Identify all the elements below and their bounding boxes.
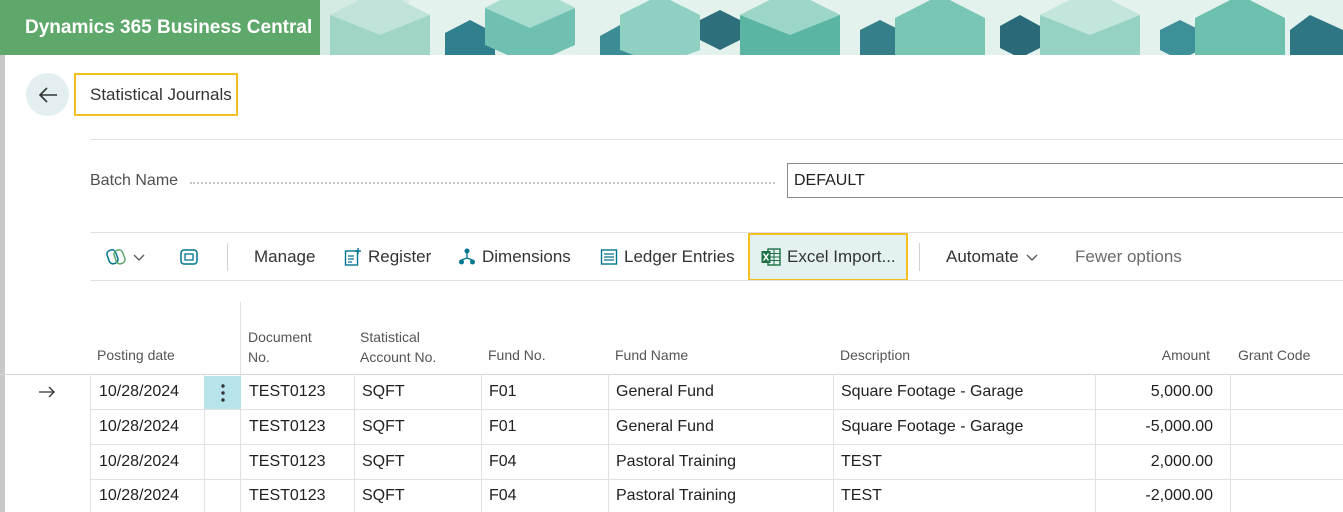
cell-description[interactable]: TEST (841, 480, 882, 512)
ledger-entries-label: Ledger Entries (624, 247, 735, 266)
cell-description[interactable]: Square Footage - Garage (841, 375, 1023, 409)
manage-label: Manage (254, 247, 316, 266)
arrow-right-icon (39, 386, 55, 398)
column-header-fund-name[interactable]: Fund Name (615, 345, 688, 365)
cell-statistical-account-no[interactable]: SQFT (362, 445, 405, 479)
batch-name-input[interactable]: DEFAULT (787, 163, 1343, 198)
page-title-text: Statistical Journals (90, 84, 232, 104)
cell-fund-no[interactable]: F01 (489, 410, 517, 444)
back-button[interactable] (26, 73, 69, 116)
open-in-page-button[interactable] (179, 233, 205, 281)
ledger-icon (600, 249, 618, 265)
automate-label: Automate (946, 247, 1019, 266)
cell-amount[interactable]: 2,000.00 (1100, 445, 1213, 479)
register-label: Register (368, 247, 432, 266)
cell-fund-name[interactable]: General Fund (616, 410, 714, 444)
cell-description[interactable]: TEST (841, 445, 882, 479)
grid-column-line (1095, 374, 1096, 512)
toolbar-bottom-divider (90, 280, 1343, 281)
grid-column-line (354, 374, 355, 512)
cell-amount[interactable]: -2,000.00 (1100, 480, 1213, 512)
row-actions-button[interactable] (204, 376, 241, 409)
register-icon (344, 248, 361, 266)
cell-description[interactable]: Square Footage - Garage (841, 410, 1023, 444)
header-column-divider (240, 302, 241, 374)
cell-document-no[interactable]: TEST0123 (249, 410, 325, 444)
column-header-amount[interactable]: Amount (1100, 345, 1210, 365)
header-divider (90, 139, 1343, 140)
chevron-down-icon (1026, 254, 1038, 261)
cell-posting-date[interactable]: 10/28/2024 (99, 410, 179, 444)
app-brand[interactable]: Dynamics 365 Business Central (0, 0, 320, 55)
grid-column-line (608, 374, 609, 512)
batch-name-label: Batch Name (90, 172, 179, 189)
cell-posting-date[interactable]: 10/28/2024 (99, 375, 179, 409)
action-toolbar: Manage Register Dimensions Ledger Entrie… (90, 233, 1343, 281)
dimensions-button[interactable]: Dimensions (458, 233, 571, 281)
fewer-options-label: Fewer options (1075, 247, 1182, 266)
register-button[interactable]: Register (344, 233, 431, 281)
grid-column-line (833, 374, 834, 512)
cell-fund-name[interactable]: General Fund (616, 375, 714, 409)
app-banner: Dynamics 365 Business Central (0, 0, 1343, 55)
excel-import-label: Excel Import... (787, 247, 896, 266)
column-header-grant-code[interactable]: Grant Code (1238, 345, 1310, 365)
cell-fund-no[interactable]: F01 (489, 375, 517, 409)
cell-fund-name[interactable]: Pastoral Training (616, 480, 736, 512)
manage-button[interactable]: Manage (254, 233, 315, 281)
copilot-menu-button[interactable] (106, 233, 152, 281)
cell-document-no[interactable]: TEST0123 (249, 445, 325, 479)
cell-amount[interactable]: 5,000.00 (1100, 375, 1213, 409)
ledger-entries-button[interactable]: Ledger Entries (600, 233, 735, 281)
grid-column-line (1230, 374, 1231, 512)
column-header-description[interactable]: Description (840, 345, 910, 365)
row-indicator (38, 375, 56, 409)
excel-icon (761, 248, 781, 266)
cell-statistical-account-no[interactable]: SQFT (362, 375, 405, 409)
dimensions-icon (459, 248, 475, 265)
cell-document-no[interactable]: TEST0123 (249, 480, 325, 512)
grid-column-line (90, 374, 91, 512)
toolbar-separator (919, 243, 920, 271)
page-view-icon (180, 249, 198, 265)
cell-document-no[interactable]: TEST0123 (249, 375, 325, 409)
cell-fund-no[interactable]: F04 (489, 445, 517, 479)
column-header-statistical-account-no[interactable]: Statistical Account No. (360, 327, 436, 367)
cell-statistical-account-no[interactable]: SQFT (362, 410, 405, 444)
column-header-posting-date[interactable]: Posting date (97, 345, 175, 365)
app-title: Dynamics 365 Business Central (25, 16, 313, 38)
cell-statistical-account-no[interactable]: SQFT (362, 480, 405, 512)
batch-name-leader (190, 182, 775, 184)
automate-menu-button[interactable]: Automate (946, 233, 1045, 281)
column-header-fund-no[interactable]: Fund No. (488, 345, 546, 365)
toolbar-separator (227, 243, 228, 271)
cell-fund-name[interactable]: Pastoral Training (616, 445, 736, 479)
fewer-options-button[interactable]: Fewer options (1075, 233, 1182, 281)
banner-pattern (320, 0, 1343, 55)
chevron-down-icon (133, 254, 145, 261)
more-vertical-icon (220, 383, 225, 402)
grid-column-line (481, 374, 482, 512)
cell-fund-no[interactable]: F04 (489, 480, 517, 512)
arrow-left-icon (38, 86, 57, 103)
cell-posting-date[interactable]: 10/28/2024 (99, 480, 179, 512)
left-strip (0, 55, 5, 512)
column-header-document-no[interactable]: Document No. (248, 327, 312, 367)
copilot-icon (106, 249, 126, 265)
excel-import-button[interactable]: Excel Import... (761, 233, 896, 281)
dimensions-label: Dimensions (482, 247, 571, 266)
cell-amount[interactable]: -5,000.00 (1100, 410, 1213, 444)
cell-posting-date[interactable]: 10/28/2024 (99, 445, 179, 479)
page-title[interactable]: Statistical Journals (74, 73, 238, 116)
